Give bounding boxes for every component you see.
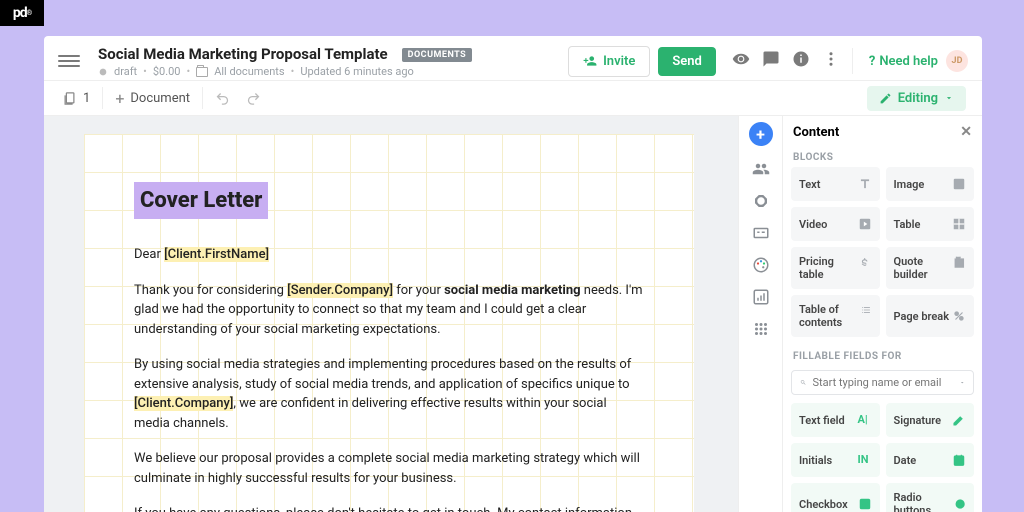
menu-icon[interactable] [58,50,80,72]
comments-icon[interactable] [756,44,786,78]
token-client-firstname[interactable]: [Client.FirstName] [164,247,269,262]
updated-text: Updated 6 minutes ago [300,65,414,78]
paragraph-2[interactable]: By using social media strategies and imp… [134,355,644,433]
analytics-icon[interactable] [752,288,770,306]
preview-icon[interactable] [726,44,756,78]
add-document-button[interactable]: +Document [107,85,198,112]
folder-icon [196,67,208,77]
block-image[interactable]: Image [886,167,975,201]
undo-button[interactable] [207,87,238,110]
side-rail: + [738,116,782,512]
app-window: Social Media Marketing Proposal Template… [44,36,982,512]
info-icon[interactable] [786,44,816,78]
block-pricing-table[interactable]: Pricing table [791,247,880,289]
search-icon [800,376,807,389]
pages-button[interactable]: 1 [54,87,98,110]
user-avatar[interactable]: JD [946,50,968,72]
header: Social Media Marketing Proposal Template… [44,36,982,80]
block-table[interactable]: Table [886,207,975,241]
recipients-icon[interactable] [752,160,770,178]
document-title: Social Media Marketing Proposal Template [98,45,388,63]
variables-icon[interactable] [752,192,770,210]
pricing-icon[interactable] [752,224,770,242]
content-panel: Content ✕ BLOCKS Text Image Video Table … [782,116,982,512]
add-content-icon[interactable]: + [749,122,773,146]
fields-label: FILLABLE FIELDS FOR [783,347,982,366]
paragraph-3[interactable]: We believe our proposal provides a compl… [134,449,644,488]
send-button[interactable]: Send [658,47,716,76]
apps-icon[interactable] [752,320,770,338]
paragraph-4[interactable]: If you have any questions, please don't … [134,504,644,512]
field-date[interactable]: Date [886,443,975,477]
help-link[interactable]: ?Need help [869,54,938,69]
canvas-area[interactable]: Cover Letter Dear [Client.FirstName] Tha… [44,116,738,512]
greeting-line[interactable]: Dear [Client.FirstName] [134,245,644,265]
field-text[interactable]: Text fieldA| [791,403,880,437]
documents-badge: DOCUMENTS [402,48,473,62]
document-page[interactable]: Cover Letter Dear [Client.FirstName] Tha… [84,134,694,512]
recipient-search-input[interactable] [813,376,953,389]
heading-cover-letter[interactable]: Cover Letter [134,182,268,219]
block-page-break[interactable]: Page break [886,295,975,337]
price-text: $0.00 [153,65,181,78]
brand-logo: pd® [0,0,44,26]
block-video[interactable]: Video [791,207,880,241]
block-quote-builder[interactable]: Quote builder [886,247,975,289]
panel-title: Content [793,125,839,140]
chevron-down-icon[interactable] [959,376,966,389]
block-text[interactable]: Text [791,167,880,201]
editing-dropdown[interactable]: Editing [867,86,966,111]
status-text: draft [114,65,137,78]
token-client-company[interactable]: [Client.Company] [134,396,233,411]
more-icon[interactable] [816,44,846,78]
token-sender-company[interactable]: [Sender.Company] [287,283,393,298]
toolbar: 1 +Document Editing [44,80,982,116]
field-signature[interactable]: Signature [886,403,975,437]
field-radio[interactable]: Radio buttons [886,483,975,512]
paragraph-1[interactable]: Thank you for considering [Sender.Compan… [134,281,644,340]
block-toc[interactable]: Table of contents [791,295,880,337]
close-icon[interactable]: ✕ [960,124,972,140]
chevron-down-icon [944,93,954,103]
document-meta: draft • $0.00 • All documents • Updated … [98,65,472,78]
recipient-search[interactable] [791,370,974,395]
blocks-label: BLOCKS [783,148,982,167]
redo-button[interactable] [238,87,269,110]
design-icon[interactable] [752,256,770,274]
field-checkbox[interactable]: Checkbox [791,483,880,512]
invite-button[interactable]: Invite [568,46,650,77]
breadcrumb-link[interactable]: All documents [214,65,284,78]
field-initials[interactable]: InitialsIN [791,443,880,477]
